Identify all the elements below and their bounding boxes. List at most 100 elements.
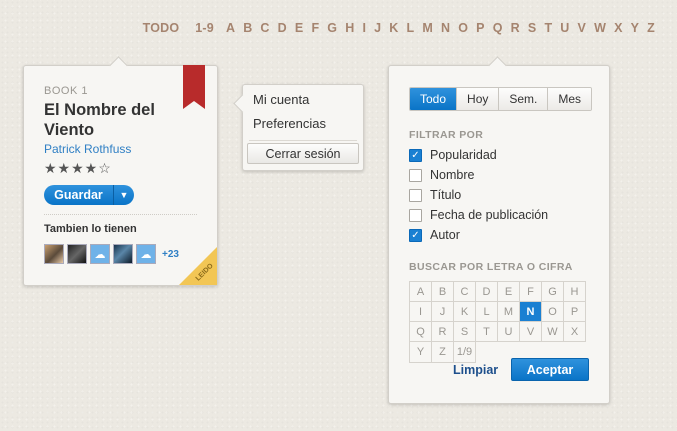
chevron-down-icon[interactable]: ▼ [114, 185, 134, 205]
grid-letter-n[interactable]: N [520, 302, 542, 322]
time-range-tabs: Todo Hoy Sem. Mes [409, 87, 593, 111]
grid-letter-y[interactable]: Y [410, 342, 432, 363]
alphabet-letter-u[interactable]: U [560, 21, 569, 35]
grid-letter-v[interactable]: V [520, 322, 542, 342]
tab-all[interactable]: Todo [410, 88, 457, 110]
grid-letter-r[interactable]: R [432, 322, 454, 342]
filter-title[interactable]: Título [409, 188, 461, 202]
checkbox-popularity[interactable]: ✓ [409, 148, 422, 162]
filter-label: Fecha de publicación [430, 208, 549, 222]
alphabet-letter-a[interactable]: A [226, 21, 235, 35]
alphabet-digits[interactable]: 1-9 [195, 21, 214, 35]
alphabet-bar: TODO 1-9 ABCDEFGHIJKLMNOPQRSTUVWXYZ [143, 21, 655, 35]
grid-letter-s[interactable]: S [454, 322, 476, 342]
also-have-title: Tambien lo tienen [44, 223, 137, 235]
filter-label: Nombre [430, 168, 475, 182]
filter-popularity[interactable]: ✓ Popularidad [409, 148, 497, 162]
grid-letter-q[interactable]: Q [410, 322, 432, 342]
filter-section-title: FILTRAR POR [409, 129, 484, 141]
divider [44, 214, 197, 215]
more-users-count[interactable]: +23 [162, 249, 179, 260]
checkbox-title[interactable] [409, 188, 422, 202]
book-title[interactable]: El Nombre del Viento [44, 100, 194, 140]
checkbox-author[interactable]: ✓ [409, 228, 422, 242]
avatar[interactable] [67, 244, 87, 264]
tab-today[interactable]: Hoy [456, 88, 499, 110]
grid-letter-d[interactable]: D [476, 282, 498, 302]
alphabet-letter-l[interactable]: L [407, 21, 415, 35]
alphabet-letter-x[interactable]: X [614, 21, 623, 35]
grid-letter-i[interactable]: I [410, 302, 432, 322]
grid-letter-k[interactable]: K [454, 302, 476, 322]
filter-label: Popularidad [430, 148, 497, 162]
grid-letter-p[interactable]: P [564, 302, 586, 322]
avatar[interactable] [113, 244, 133, 264]
tab-month[interactable]: Mes [547, 88, 592, 110]
alphabet-letter-e[interactable]: E [295, 21, 304, 35]
grid-letter-x[interactable]: X [564, 322, 586, 342]
book-author-link[interactable]: Patrick Rothfuss [44, 142, 131, 156]
alphabet-letter-n[interactable]: N [441, 21, 450, 35]
alphabet-letter-v[interactable]: V [578, 21, 587, 35]
filter-publication-date[interactable]: Fecha de publicación [409, 208, 548, 222]
grid-letter-g[interactable]: G [542, 282, 564, 302]
alphabet-letter-q[interactable]: Q [493, 21, 503, 35]
alphabet-letter-d[interactable]: D [278, 21, 287, 35]
alphabet-letter-t[interactable]: T [544, 21, 552, 35]
grid-letter-z[interactable]: Z [432, 342, 454, 363]
alphabet-letter-j[interactable]: J [374, 21, 381, 35]
menu-item-preferences[interactable]: Preferencias [253, 116, 326, 131]
grid-letter-m[interactable]: M [498, 302, 520, 322]
book-number: BOOK 1 [44, 85, 88, 97]
accept-button[interactable]: Aceptar [511, 358, 589, 381]
alphabet-letter-p[interactable]: P [476, 21, 485, 35]
grid-letter-w[interactable]: W [542, 322, 564, 342]
alphabet-letter-o[interactable]: O [458, 21, 468, 35]
avatar[interactable] [44, 244, 64, 264]
alphabet-letter-r[interactable]: R [511, 21, 520, 35]
alphabet-all[interactable]: TODO [143, 21, 180, 35]
filter-label: Título [430, 188, 462, 202]
alphabet-letter-y[interactable]: Y [631, 21, 640, 35]
tab-week[interactable]: Sem. [498, 88, 548, 110]
grid-letter-e[interactable]: E [498, 282, 520, 302]
alphabet-letter-i[interactable]: I [362, 21, 366, 35]
avatar-list: ☁ ☁ +23 [44, 244, 179, 264]
grid-letter-b[interactable]: B [432, 282, 454, 302]
grid-letter-h[interactable]: H [564, 282, 586, 302]
grid-letter-1-9[interactable]: 1/9 [454, 342, 476, 363]
filter-name[interactable]: Nombre [409, 168, 474, 182]
alphabet-letter-z[interactable]: Z [647, 21, 655, 35]
filter-panel: Todo Hoy Sem. Mes FILTRAR POR ✓ Populari… [388, 56, 610, 404]
filter-author[interactable]: ✓ Autor [409, 228, 460, 242]
alphabet-letter-g[interactable]: G [327, 21, 337, 35]
filter-panel-arrow [488, 56, 507, 75]
alphabet-letter-m[interactable]: M [422, 21, 433, 35]
clear-button[interactable]: Limpiar [453, 363, 498, 377]
user-menu: Mi cuenta Preferencias Cerrar sesión [233, 84, 364, 171]
book-card: BOOK 1 El Nombre del Viento Patrick Roth… [23, 56, 218, 286]
alphabet-letter-k[interactable]: K [389, 21, 398, 35]
grid-letter-a[interactable]: A [410, 282, 432, 302]
grid-letter-l[interactable]: L [476, 302, 498, 322]
grid-letter-c[interactable]: C [454, 282, 476, 302]
save-button[interactable]: Guardar [44, 185, 114, 205]
menu-item-my-account[interactable]: Mi cuenta [253, 92, 309, 107]
alphabet-letter-c[interactable]: C [260, 21, 269, 35]
alphabet-letter-h[interactable]: H [345, 21, 354, 35]
checkbox-name[interactable] [409, 168, 422, 182]
alphabet-letter-b[interactable]: B [243, 21, 252, 35]
alphabet-letter-w[interactable]: W [594, 21, 606, 35]
cloud-avatar-icon[interactable]: ☁ [90, 244, 110, 264]
grid-letter-o[interactable]: O [542, 302, 564, 322]
grid-letter-j[interactable]: J [432, 302, 454, 322]
logout-button[interactable]: Cerrar sesión [247, 143, 359, 164]
alphabet-letter-s[interactable]: S [528, 21, 537, 35]
grid-letter-t[interactable]: T [476, 322, 498, 342]
checkbox-publication-date[interactable] [409, 208, 422, 222]
cloud-avatar-icon[interactable]: ☁ [136, 244, 156, 264]
grid-letter-f[interactable]: F [520, 282, 542, 302]
grid-letter-u[interactable]: U [498, 322, 520, 342]
rating-stars[interactable]: ★★★★☆ [44, 160, 112, 177]
alphabet-letter-f[interactable]: F [311, 21, 319, 35]
